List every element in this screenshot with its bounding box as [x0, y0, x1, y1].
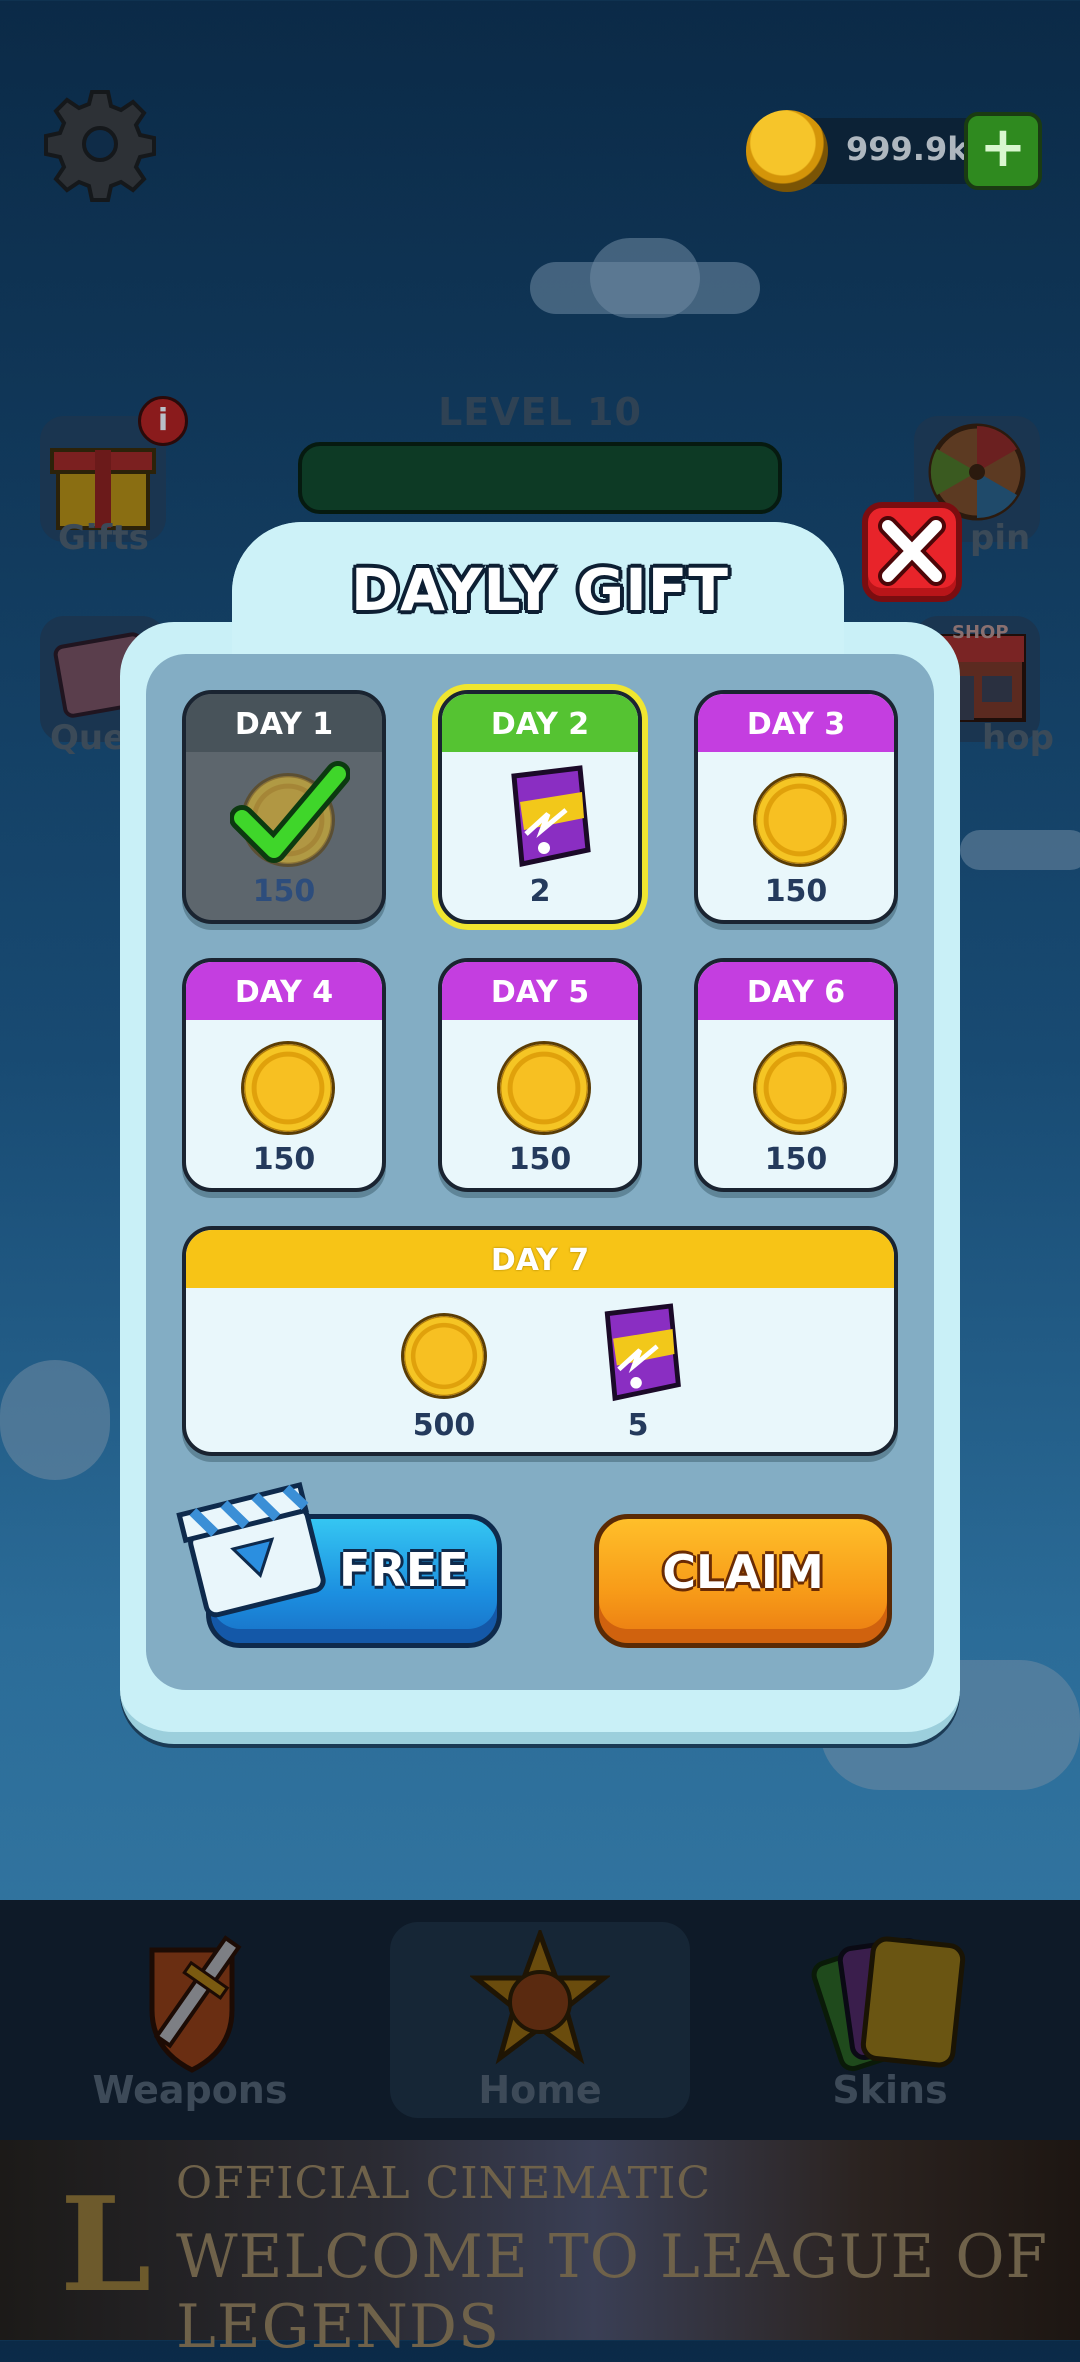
day-card-1: DAY 1 150 — [182, 690, 386, 924]
star-icon — [470, 1930, 610, 2065]
day-1-label: DAY 1 — [186, 694, 382, 752]
cards-icon — [811, 1936, 966, 2072]
day-card-5: DAY 5 150 — [438, 958, 642, 1192]
coin-icon — [244, 1044, 332, 1132]
day-7-pack-amount: 5 — [627, 1408, 649, 1443]
day-card-2[interactable]: DAY 2 2 — [438, 690, 642, 924]
day-card-7: DAY 7 500 5 — [182, 1226, 898, 1456]
coin-icon — [756, 776, 844, 864]
nav-home[interactable]: Home — [390, 1916, 690, 2126]
add-coins-button[interactable]: + — [964, 112, 1042, 190]
gifts-badge: i — [138, 396, 188, 446]
day-1-amount: 150 — [252, 874, 316, 909]
day-6-amount: 150 — [764, 1142, 828, 1177]
day-5-label: DAY 5 — [442, 962, 638, 1020]
day-3-label: DAY 3 — [698, 694, 894, 752]
free-button-label: FREE — [339, 1543, 469, 1597]
day-2-label: DAY 2 — [442, 694, 638, 752]
shop-label: hop — [982, 718, 1054, 758]
close-icon — [878, 516, 946, 586]
coin-icon — [404, 1316, 484, 1396]
nav-skins[interactable]: Skins — [740, 1916, 1040, 2126]
nav-weapons[interactable]: Weapons — [40, 1916, 340, 2126]
coin-balance: 999.9k + — [746, 110, 1042, 192]
coin-icon — [746, 110, 828, 192]
close-button[interactable] — [862, 502, 962, 602]
ad-subtitle: OFFICIAL CINEMATIC — [176, 2158, 712, 2209]
day-5-amount: 150 — [508, 1142, 572, 1177]
video-clapper-icon — [176, 1481, 326, 1618]
coin-icon — [756, 1044, 844, 1132]
claim-button-label: CLAIM — [662, 1545, 824, 1599]
cloud — [0, 1360, 110, 1480]
ad-title: WELCOME TO LEAGUE OF LEGENDS — [176, 2222, 1049, 2362]
day-7-label: DAY 7 — [186, 1230, 894, 1288]
nav-home-label: Home — [478, 2068, 602, 2112]
claim-button[interactable]: CLAIM — [594, 1514, 892, 1648]
nav-weapons-label: Weapons — [92, 2068, 288, 2112]
coin-icon — [500, 1044, 588, 1132]
card-pack-icon — [604, 1303, 681, 1402]
day-card-6: DAY 6 150 — [694, 958, 898, 1192]
day-6-label: DAY 6 — [698, 962, 894, 1020]
shield-sword-icon — [149, 1935, 242, 2073]
day-4-amount: 150 — [252, 1142, 316, 1177]
day-4-label: DAY 4 — [186, 962, 382, 1020]
day-card-4: DAY 4 150 — [182, 958, 386, 1192]
card-pack-icon — [511, 765, 591, 868]
coin-amount: 999.9k — [846, 130, 969, 168]
nav-skins-label: Skins — [832, 2068, 948, 2112]
cloud — [590, 238, 700, 318]
quests-label: Que — [50, 718, 127, 758]
day-7-coin-amount: 500 — [412, 1408, 476, 1443]
spin-label: pin — [970, 518, 1031, 558]
ad-logo: L — [60, 2168, 152, 2321]
day-card-3: DAY 3 150 — [694, 690, 898, 924]
day-3-amount: 150 — [764, 874, 828, 909]
cloud — [960, 830, 1080, 870]
day-2-amount: 2 — [529, 874, 551, 909]
checkmark-icon — [230, 761, 350, 863]
settings-gear-icon[interactable] — [42, 86, 158, 202]
shop-sign: SHOP — [952, 622, 1009, 643]
level-progress-bar — [298, 442, 782, 514]
gifts-label: Gifts — [58, 518, 149, 558]
